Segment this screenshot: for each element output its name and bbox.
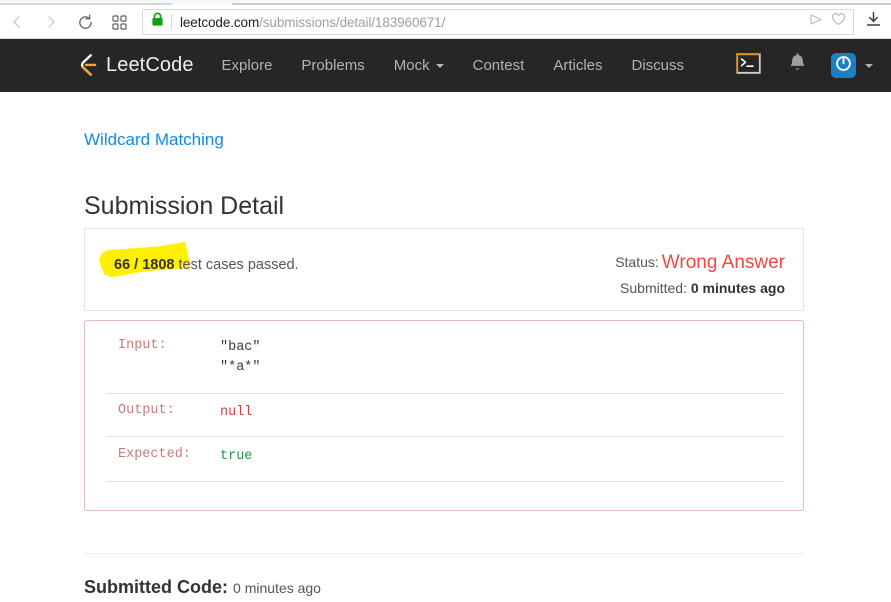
nav-link-problems[interactable]: Problems [301,57,364,74]
submitted-label: Submitted: [620,280,687,296]
nav-link-label: Discuss [631,57,685,74]
navbar-right-actions [736,52,873,79]
testcase-divider [106,481,784,482]
page-content: Wildcard Matching Submission Detail 66 /… [0,92,891,602]
reload-button[interactable] [68,7,102,37]
back-button[interactable] [0,7,34,37]
chevron-down-icon [435,63,444,68]
avatar[interactable] [831,53,856,78]
status-label: Status: [615,254,659,270]
back-arrow-icon [9,14,25,30]
nav-link-label: Mock [393,57,430,74]
nav-link-label: Articles [553,57,603,74]
padlock-secure-icon[interactable] [151,12,164,32]
leetcode-home-link[interactable]: LeetCode [72,50,194,82]
user-avatar-power-icon [835,55,852,77]
grid-apps-icon [111,14,127,30]
testcase-value: "bac" "*a*" [220,340,261,375]
heart-favorite-icon[interactable] [830,11,847,33]
testcase-label: Expected: [118,447,191,462]
apps-button[interactable] [102,7,136,37]
forward-arrow-icon [43,14,59,30]
user-menu[interactable] [831,53,873,78]
nav-link-label: Contest [472,57,525,74]
notification-bell-icon[interactable] [788,52,807,79]
browser-toolbar: leetcode.com/submissions/detail/18396067… [0,5,891,39]
testcase-divider [106,393,784,394]
url-divider [171,14,172,30]
test-cases-passed-text: 66 / 1808 test cases passed. [114,257,299,273]
test-cases-suffix: test cases passed. [174,257,299,273]
submitted-row: Submitted: 0 minutes ago [615,276,785,300]
test-cases-count: 66 / 1808 [114,257,175,273]
nav-link-articles[interactable]: Articles [553,57,602,74]
submitted-time: 0 minutes ago [690,280,785,296]
nav-link-explore[interactable]: Explore [222,57,273,74]
nav-link-mock[interactable]: Mock [394,57,444,74]
leetcode-logo-icon [72,50,99,82]
testcase-value: true [220,449,253,464]
submitted-code-label: Submitted Code: [84,577,228,597]
testcase-label: Input: [118,338,167,353]
submitted-code-heading: Submitted Code: 0 minutes ago [84,577,321,598]
testcase-divider [106,436,784,437]
failed-testcase-box: Input: "bac" "*a*" Output: null Expected… [84,320,804,511]
submitted-code-time: 0 minutes ago [233,580,321,596]
nav-link-label: Problems [301,57,365,74]
leetcode-brand-text: LeetCode [106,54,194,76]
download-button[interactable] [864,10,883,34]
reload-icon [77,13,94,31]
url-path: /submissions/detail/183960671/ [259,14,446,30]
page-title: Submission Detail [84,192,285,220]
status-badge: Wrong Answer [661,252,785,273]
status-row: Status: Wrong Answer [615,249,785,276]
chevron-down-icon [865,63,873,68]
nav-link-discuss[interactable]: Discuss [632,57,685,74]
nav-link-contest[interactable]: Contest [473,57,525,74]
submission-meta: Status: Wrong Answer Submitted: 0 minutes… [615,249,785,300]
section-divider [84,553,804,554]
submission-status-panel: 66 / 1808 test cases passed. Status: Wron… [84,228,804,311]
testcase-label: Output: [118,403,175,418]
leetcode-navbar: LeetCode Explore Problems Mock Contest A… [0,39,891,92]
problem-title-link[interactable]: Wildcard Matching [84,130,224,150]
nav-link-label: Explore [221,57,273,74]
address-bar[interactable]: leetcode.com/submissions/detail/18396067… [142,9,854,35]
url-host: leetcode.com [180,14,260,30]
url-text: leetcode.com/submissions/detail/18396067… [180,15,801,30]
send-share-icon[interactable] [807,11,824,33]
forward-button[interactable] [34,7,68,37]
terminal-console-icon[interactable] [736,52,761,79]
testcase-value: null [220,405,253,420]
